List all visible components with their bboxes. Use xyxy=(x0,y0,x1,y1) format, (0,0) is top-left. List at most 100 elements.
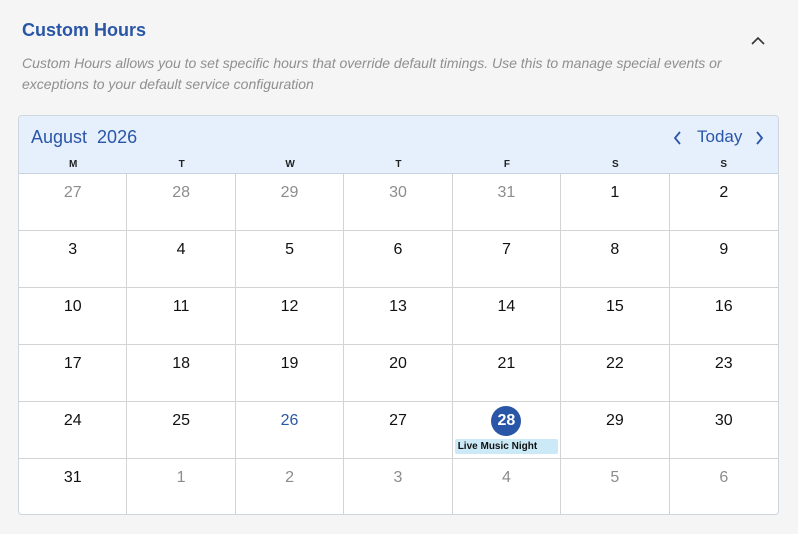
day-number: 18 xyxy=(172,355,191,372)
calendar-day-cell[interactable]: 14 xyxy=(452,288,562,345)
weekday-label: W xyxy=(285,159,295,170)
month-label: August 2026 xyxy=(31,127,138,147)
calendar-day-cell[interactable]: 17 xyxy=(19,345,128,402)
day-number: 28 xyxy=(172,184,191,201)
calendar-day-cell[interactable]: 6 xyxy=(670,459,778,514)
day-number: 8 xyxy=(610,241,620,258)
day-number: 2 xyxy=(285,469,295,486)
calendar-day-cell[interactable]: 28 Live Music Night xyxy=(452,402,562,459)
day-number: 27 xyxy=(389,412,407,429)
day-number: 30 xyxy=(714,412,733,429)
day-number: 6 xyxy=(393,241,403,258)
calendar-day-cell[interactable]: 21 xyxy=(452,345,562,402)
day-number: 7 xyxy=(501,241,511,258)
calendar-day-cell[interactable]: 6 xyxy=(344,231,453,288)
day-number: 4 xyxy=(176,241,186,258)
day-number: 1 xyxy=(610,184,620,201)
calendar-day-cell[interactable]: 4 xyxy=(127,231,236,288)
calendar-day-cell[interactable]: 8 xyxy=(561,231,670,288)
today-button[interactable]: Today xyxy=(697,127,742,147)
weekday-label: S xyxy=(720,159,728,170)
day-number: 24 xyxy=(63,412,82,429)
day-number: 15 xyxy=(605,298,624,315)
day-number: 31 xyxy=(63,469,82,486)
calendar-day-cell[interactable]: 5 xyxy=(235,231,345,288)
calendar-day-cell[interactable]: 5 xyxy=(561,459,670,514)
day-number: 5 xyxy=(285,241,295,258)
day-number: 2 xyxy=(719,184,729,201)
calendar-day-cell[interactable]: 11 xyxy=(127,288,236,345)
calendar-day-cell[interactable]: 27 xyxy=(19,174,128,231)
calendar-day-cell[interactable]: 4 xyxy=(453,459,562,514)
calendar-day-cell[interactable]: 1 xyxy=(127,459,236,514)
calendar-day-cell[interactable]: 19 xyxy=(235,345,345,402)
day-number: 9 xyxy=(719,241,729,258)
calendar-day-cell[interactable]: 30 xyxy=(669,402,778,459)
weekday-label: M xyxy=(69,159,78,170)
day-number: 12 xyxy=(280,298,299,315)
section-description: Custom Hours allows you to set specific … xyxy=(22,55,722,92)
day-number: 13 xyxy=(389,298,407,315)
calendar-day-cell[interactable]: 3 xyxy=(19,231,128,288)
day-number: 23 xyxy=(714,355,733,372)
day-number: 10 xyxy=(63,298,82,315)
calendar-day-cell[interactable]: 18 xyxy=(127,345,236,402)
day-number: 1 xyxy=(176,469,186,486)
day-number: 4 xyxy=(501,469,511,486)
calendar-day-cell[interactable]: 29 xyxy=(561,402,670,459)
day-number: 3 xyxy=(393,469,403,486)
next-month-button[interactable] xyxy=(749,128,769,148)
calendar-day-cell[interactable]: 12 xyxy=(235,288,345,345)
calendar-day-cell[interactable]: 26 xyxy=(235,402,345,459)
calendar-day-cell[interactable]: 15 xyxy=(561,288,670,345)
calendar-day-cell[interactable]: 16 xyxy=(669,288,778,345)
calendar-day-cell[interactable]: 2 xyxy=(236,459,345,514)
day-number: 14 xyxy=(497,298,516,315)
chevron-right-icon xyxy=(755,131,763,145)
calendar-day-cell[interactable]: 28 xyxy=(127,174,236,231)
event-chip[interactable]: Live Music Night xyxy=(454,439,559,454)
selected-day-number: 28 xyxy=(491,406,522,436)
day-number: 27 xyxy=(63,184,82,201)
calendar-day-cell[interactable]: 2 xyxy=(669,174,778,231)
calendar-header: August 2026 Today M T W T F S S xyxy=(19,116,778,174)
previous-month-button[interactable] xyxy=(667,128,687,148)
calendar-day-cell[interactable]: 7 xyxy=(452,231,562,288)
calendar-day-cell[interactable]: 23 xyxy=(669,345,778,402)
calendar-day-cell[interactable]: 20 xyxy=(344,345,453,402)
day-number: 11 xyxy=(172,298,190,315)
day-number: 30 xyxy=(389,184,407,201)
calendar-day-cell[interactable]: 1 xyxy=(561,174,670,231)
day-number: 17 xyxy=(63,355,82,372)
collapse-button[interactable] xyxy=(748,30,768,50)
day-number: 25 xyxy=(172,412,191,429)
chevron-left-icon xyxy=(673,131,681,145)
calendar-day-cell[interactable]: 13 xyxy=(344,288,453,345)
day-number: 29 xyxy=(605,412,624,429)
day-number: 19 xyxy=(280,355,299,372)
calendar-day-cell[interactable]: 10 xyxy=(19,288,128,345)
day-number: 21 xyxy=(497,355,516,372)
weekday-label: T xyxy=(178,159,185,170)
weekday-label: T xyxy=(395,159,402,170)
day-number: 3 xyxy=(68,241,78,258)
weekday-row: MTWTFSS xyxy=(19,159,778,173)
calendar-day-cell[interactable]: 25 xyxy=(127,402,236,459)
calendar-day-cell[interactable]: 31 xyxy=(452,174,562,231)
calendar: August 2026 Today MTWTFSS 27 28 29 30 31 1 2 3 4… xyxy=(18,115,779,515)
calendar-day-cell[interactable]: 29 xyxy=(235,174,345,231)
calendar-grid: 27 28 29 30 31 1 2 3 4 5 6 7 8 9 10 11 12 13 14 15 16 17 18 19 2… xyxy=(19,174,778,514)
calendar-day-cell[interactable]: 9 xyxy=(669,231,778,288)
calendar-day-cell[interactable]: 24 xyxy=(19,402,128,459)
day-number: 22 xyxy=(605,355,624,372)
calendar-day-cell[interactable]: 3 xyxy=(344,459,453,514)
calendar-day-cell[interactable]: 31 xyxy=(19,459,128,514)
day-number: 29 xyxy=(280,184,299,201)
day-number: 20 xyxy=(389,355,407,372)
weekday-label: F xyxy=(503,159,510,170)
calendar-day-cell[interactable]: 27 xyxy=(344,402,453,459)
day-number: 16 xyxy=(714,298,733,315)
page-title: Custom Hours xyxy=(22,20,147,40)
calendar-day-cell[interactable]: 30 xyxy=(344,174,453,231)
calendar-day-cell[interactable]: 22 xyxy=(561,345,670,402)
